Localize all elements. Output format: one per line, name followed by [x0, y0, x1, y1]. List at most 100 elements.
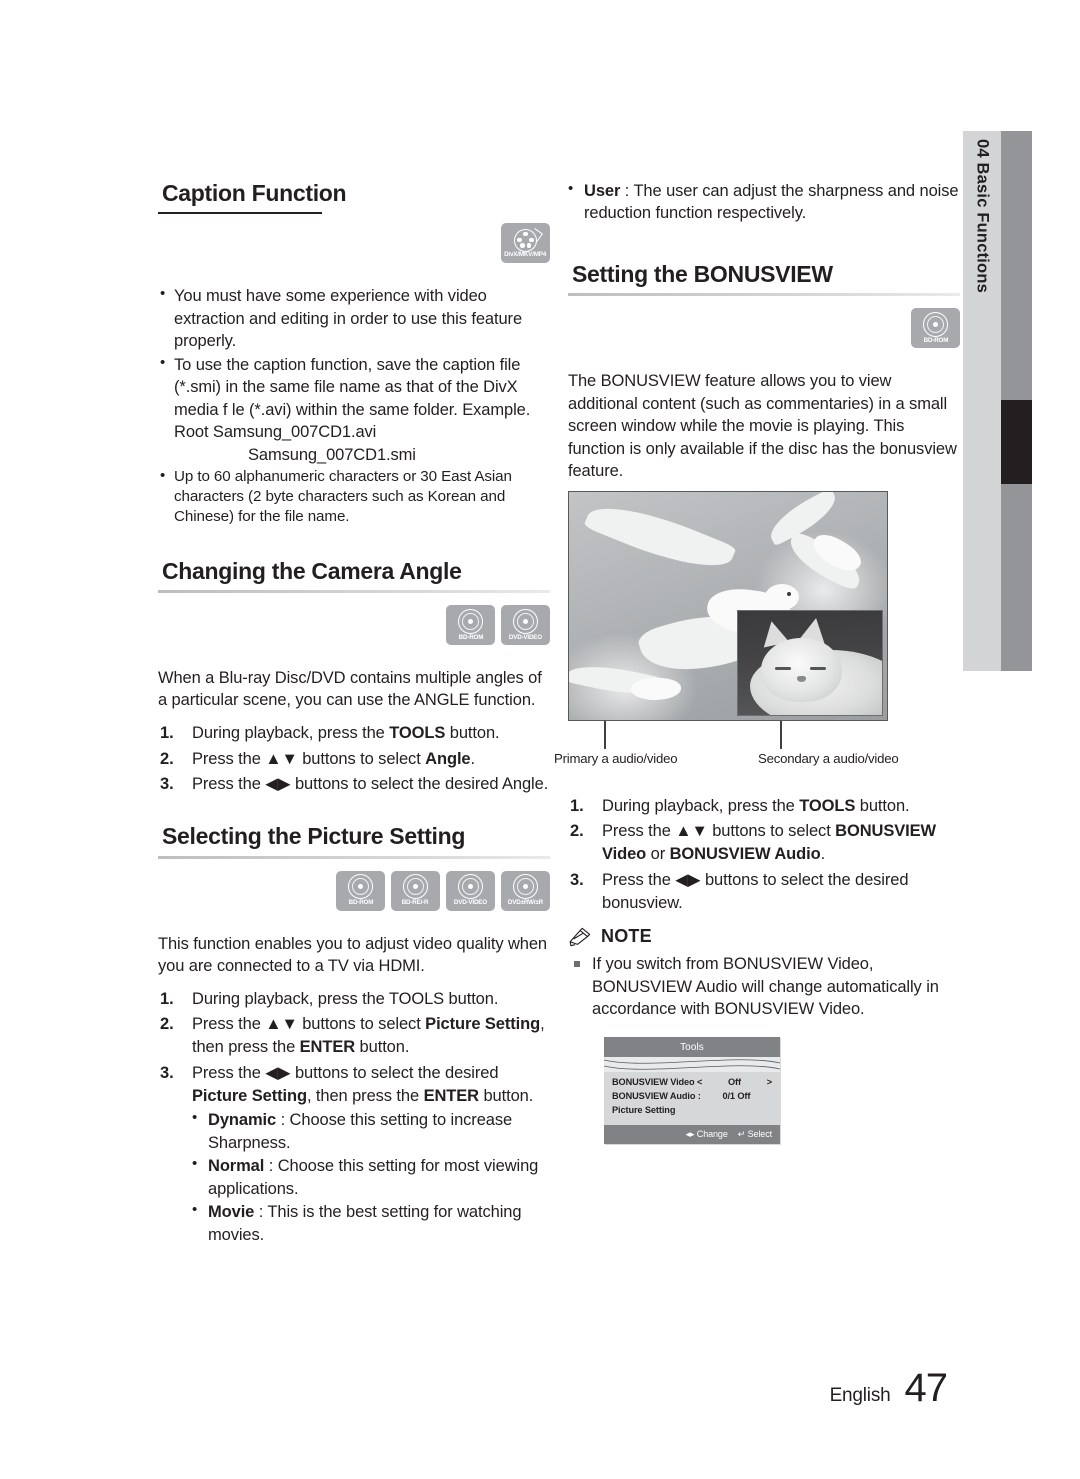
figure-caption-secondary: Secondary a audio/video	[758, 750, 899, 766]
step-text: During playback, press the	[602, 796, 800, 815]
badge-label: BD-ROM	[458, 633, 483, 641]
camera-angle-steps: During playback, press the TOOLS button.…	[158, 722, 550, 796]
osd-footer: ◂▸ Change ↵ Select	[604, 1125, 780, 1145]
pencil-icon	[569, 927, 591, 947]
option-name: Normal	[208, 1157, 265, 1176]
disc-icon	[403, 874, 428, 900]
right-column: User : The user can adjust the sharpness…	[554, 179, 960, 1145]
step-text: During playback, press the TOOLS button.	[192, 990, 498, 1008]
option-text: : The user can adjust the sharpness and …	[584, 182, 959, 223]
tools-osd-screenshot: Tools BONUSVIEW Video < Off > BONUSVIEW …	[604, 1036, 780, 1145]
page-footer: English 47	[829, 1366, 948, 1411]
heading-setting-bonusview: Setting the BONUSVIEW	[572, 260, 833, 287]
heading-underline-camera-angle	[158, 590, 550, 594]
step-text: Press the ▲▼ buttons to select	[192, 749, 426, 768]
list-item: Dynamic : Choose this setting to increas…	[192, 1108, 550, 1154]
step-item: During playback, press the TOOLS button.	[158, 722, 550, 745]
figure-leader-lines	[568, 720, 886, 751]
chapter-side-tab: 04 Basic Functions	[963, 131, 1001, 671]
figure-caption-primary: Primary a audio/video	[554, 750, 678, 766]
disc-icon	[513, 608, 538, 634]
note-label: NOTE	[601, 926, 652, 947]
osd-footer-change: ◂▸ Change	[685, 1129, 728, 1140]
osd-row-value: Off	[728, 1076, 741, 1087]
osd-row[interactable]: Picture Setting	[612, 1103, 772, 1117]
leader-line-secondary	[780, 720, 782, 749]
osd-row[interactable]: BONUSVIEW Video < Off >	[612, 1075, 772, 1089]
heading-selecting-picture-setting: Selecting the Picture Setting	[162, 823, 466, 850]
list-item: User : The user can adjust the sharpness…	[568, 179, 960, 225]
user-option-bullet: User : The user can adjust the sharpness…	[568, 179, 960, 225]
option-name: Dynamic	[208, 1111, 277, 1130]
step-text-mid: or	[646, 845, 670, 864]
osd-row-label: Picture Setting	[612, 1105, 676, 1116]
step-item: During playback, press the TOOLS button.	[158, 988, 550, 1011]
footer-page-number: 47	[904, 1366, 948, 1410]
picture-setting-steps: During playback, press the TOOLS button.…	[158, 988, 550, 1246]
cat-eye-right	[810, 666, 826, 670]
caption-function-bullets: You must have some experience with video…	[158, 284, 550, 466]
heading-caption-function: Caption Function	[162, 180, 347, 206]
list-item: If you switch from BONUSVIEW Video, BONU…	[568, 953, 960, 1020]
list-item: Up to 60 alphanumeric characters or 30 E…	[158, 466, 550, 528]
option-text: : This is the best setting for watching …	[208, 1203, 522, 1244]
step-item: Press the ▲▼ buttons to select Picture S…	[158, 1013, 550, 1059]
caption-function-bullets-small: Up to 60 alphanumeric characters or 30 E…	[158, 466, 550, 528]
badge-label: DVD-VIDEO	[453, 899, 488, 907]
badge-bd-re-r: BD-RE/-R	[391, 870, 440, 911]
cat-head	[761, 637, 842, 702]
option-name: Movie	[208, 1203, 255, 1222]
step-bold: Picture Setting	[425, 1015, 541, 1034]
list-item: You must have some experience with video…	[158, 284, 550, 352]
badge-label: BD-RE/-R	[402, 899, 429, 907]
step-text: During playback, press the	[192, 723, 390, 742]
osd-row-right-arrow[interactable]: >	[767, 1075, 772, 1089]
film-reel-icon	[514, 227, 543, 252]
footer-language: English	[829, 1385, 891, 1406]
badge-label: DVD±RW/±R	[507, 899, 543, 907]
example-line-2: Samsung_007CD1.smi	[248, 445, 416, 464]
step-bold: Angle	[425, 749, 471, 768]
badge-group-camera-angle: BD-ROM DVD-VIDEO	[158, 605, 550, 646]
leader-line-primary	[604, 720, 606, 749]
disc-icon	[458, 608, 483, 634]
step-text-mid: , then press the	[306, 1086, 424, 1105]
step-text: Press the ▲▼ buttons to select	[602, 822, 836, 841]
cat-eye-left	[775, 666, 792, 670]
badge-bd-rom: BD-ROM	[336, 870, 385, 911]
step-text-end: button.	[855, 796, 910, 815]
heading-underline-bonusview	[568, 293, 960, 297]
heading-underline-picture-setting	[158, 855, 550, 859]
step-text-end: button.	[478, 1086, 534, 1105]
step-item: Press the ◀▶ buttons to select the desir…	[568, 869, 960, 915]
figure-captions: Primary a audio/video Secondary a audio/…	[554, 750, 928, 773]
disc-icon	[348, 874, 373, 900]
badge-label: BD-ROM	[348, 899, 373, 907]
left-column: Caption Function DivX/MKV/MP4 You must h…	[158, 180, 550, 1249]
disc-icon	[513, 874, 538, 900]
badge-label: BD-ROM	[923, 337, 948, 345]
step-text-end: button.	[445, 723, 500, 742]
step-item: Press the ◀▶ buttons to select the desir…	[158, 773, 550, 796]
step-text-inner: During playback, press the TOOLS button.	[192, 989, 499, 1008]
step-text: Press the ▲▼ buttons to select	[192, 1015, 426, 1034]
osd-row-label: BONUSVIEW Audio :	[612, 1090, 701, 1101]
osd-title: Tools	[604, 1036, 780, 1057]
step-text-end: button.	[355, 1038, 410, 1057]
osd-row-label: BONUSVIEW Video <	[612, 1076, 703, 1087]
badge-divx-mkv-mp4: DivX/MKV/MP4	[501, 223, 550, 264]
badge-bd-rom: BD-ROM	[446, 605, 495, 646]
osd-row[interactable]: BONUSVIEW Audio : 0/1 Off	[612, 1089, 772, 1103]
step-bold-2: ENTER	[423, 1086, 480, 1105]
list-item: To use the caption function, save the ca…	[158, 353, 550, 466]
disc-icon	[923, 312, 948, 338]
osd-footer-select: ↵ Select	[737, 1129, 772, 1140]
heading-changing-camera-angle: Changing the Camera Angle	[162, 557, 462, 584]
badge-group-bonusview: BD-ROM	[568, 308, 960, 349]
picture-in-picture-window	[737, 609, 883, 716]
chapter-side-tab-label: 04 Basic Functions	[973, 139, 992, 293]
badge-dvd-rw-r: DVD±RW/±R	[501, 870, 550, 911]
cat-nose	[797, 676, 807, 683]
badge-group-caption-function: DivX/MKV/MP4	[158, 223, 550, 264]
step-bold: TOOLS	[389, 723, 446, 742]
